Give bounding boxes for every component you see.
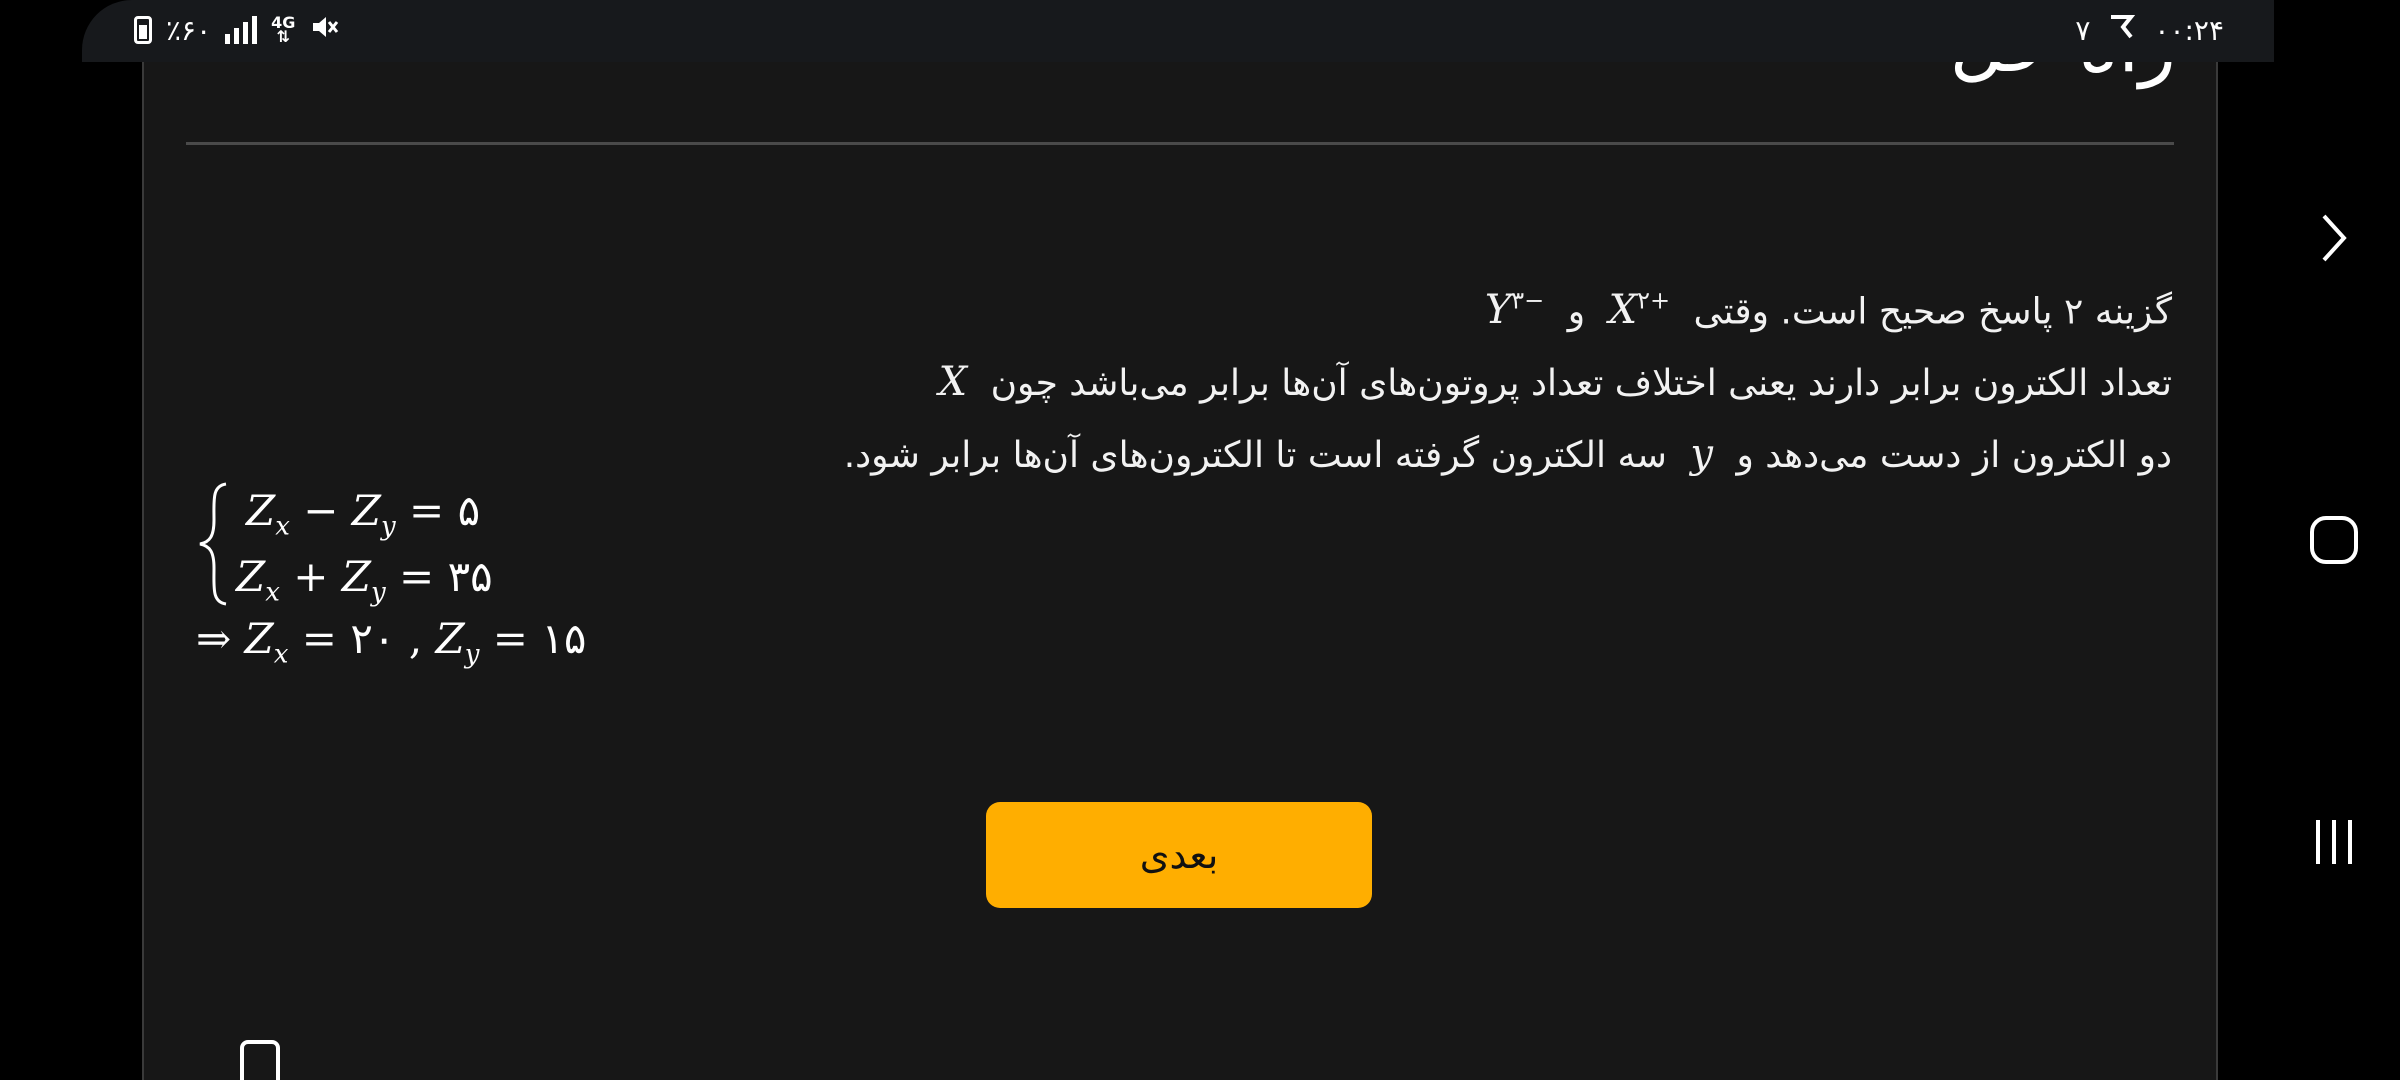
equation-2: Zx + Zy = ۳۵: [236, 552, 493, 608]
eq1-sub-a: x: [275, 511, 290, 542]
ion-y-symbol: Y: [1484, 287, 1512, 334]
eq1-sub-b: y: [380, 511, 396, 542]
ion-y-charge: ۳−: [1511, 287, 1545, 315]
brace-icon: [199, 482, 227, 606]
recents-icon[interactable]: [2298, 806, 2370, 878]
eq2-rhs: ۳۵: [447, 552, 493, 601]
network-label: 4G: [271, 13, 296, 32]
line1-conj: و: [1567, 291, 1586, 333]
battery-icon: [134, 16, 152, 44]
eq2-sub-a: x: [265, 577, 280, 608]
app-notification-icon: [2108, 13, 2136, 48]
navigation-bar: [2274, 0, 2400, 1080]
chevron-right-icon[interactable]: [2298, 202, 2370, 274]
line3-text-b: سه الکترون گرفته است تا الکترون‌های آن‌ه…: [843, 435, 1667, 477]
divider: [186, 142, 2174, 145]
result-zx: ۲۰: [350, 614, 396, 663]
home-icon[interactable]: [2298, 504, 2370, 576]
explanation-text: گزینه ۲ پاسخ صحیح است. وقتی X۲+ و Y۳− تع…: [652, 266, 2172, 491]
explanation-line-1: گزینه ۲ پاسخ صحیح است. وقتی X۲+ و Y۳−: [652, 266, 2172, 347]
ion-x-charge: ۲+: [1637, 287, 1671, 315]
status-right: ۷ ۰۰:۲۴: [2075, 12, 2224, 48]
line1-text: گزینه ۲ پاسخ صحیح است. وقتی: [1693, 291, 2172, 333]
clock: ۰۰:۲۴: [2154, 13, 2224, 47]
symbol-x: X: [938, 359, 968, 406]
eq1-op: −: [303, 486, 339, 535]
equation-1: Zx − Zy = ۵: [246, 486, 481, 542]
line3-text-a: دو الکترون از دست می‌دهد و: [1736, 435, 2172, 477]
status-left: ٪۶۰ 4G ⇅: [134, 12, 339, 48]
mute-icon: [309, 12, 339, 49]
network-type: 4G ⇅: [271, 13, 296, 46]
notification-count: ۷: [2075, 13, 2091, 47]
eq1-rhs: ۵: [457, 486, 481, 535]
explanation-line-3: دو الکترون از دست می‌دهد و y سه الکترون …: [652, 419, 2172, 491]
status-bar: ٪۶۰ 4G ⇅ ۷ ۰۰:۲۴: [82, 0, 2274, 62]
ion-y: Y۳−: [1485, 287, 1544, 333]
result-zy: ۱۵: [541, 614, 587, 663]
line2-text: تعداد الکترون برابر دارند یعنی اختلاف تع…: [990, 363, 2172, 405]
lesson-card: راه حل گزینه ۲ پاسخ صحیح است. وقتی X۲+ و…: [142, 62, 2218, 1080]
battery-percent: ٪۶۰: [166, 13, 212, 47]
signal-icon: [225, 16, 258, 44]
symbol-y: y: [1690, 431, 1713, 478]
next-button[interactable]: بعدی: [986, 802, 1372, 908]
ion-x: X۲+: [1609, 287, 1670, 333]
equation-result: ⇒ Zx = ۲۰ , Zy = ۱۵: [196, 614, 587, 670]
page-title: راه حل: [1950, 62, 2176, 89]
bookmark-icon[interactable]: [240, 1040, 280, 1080]
equation-system: Zx − Zy = ۵ Zx + Zy = ۳۵ ⇒ Zx = ۲۰ , Zy …: [196, 480, 816, 740]
ion-x-symbol: X: [1608, 287, 1638, 334]
eq2-op: +: [293, 552, 329, 601]
explanation-line-2: تعداد الکترون برابر دارند یعنی اختلاف تع…: [652, 347, 2172, 419]
eq2-sub-b: y: [370, 577, 386, 608]
